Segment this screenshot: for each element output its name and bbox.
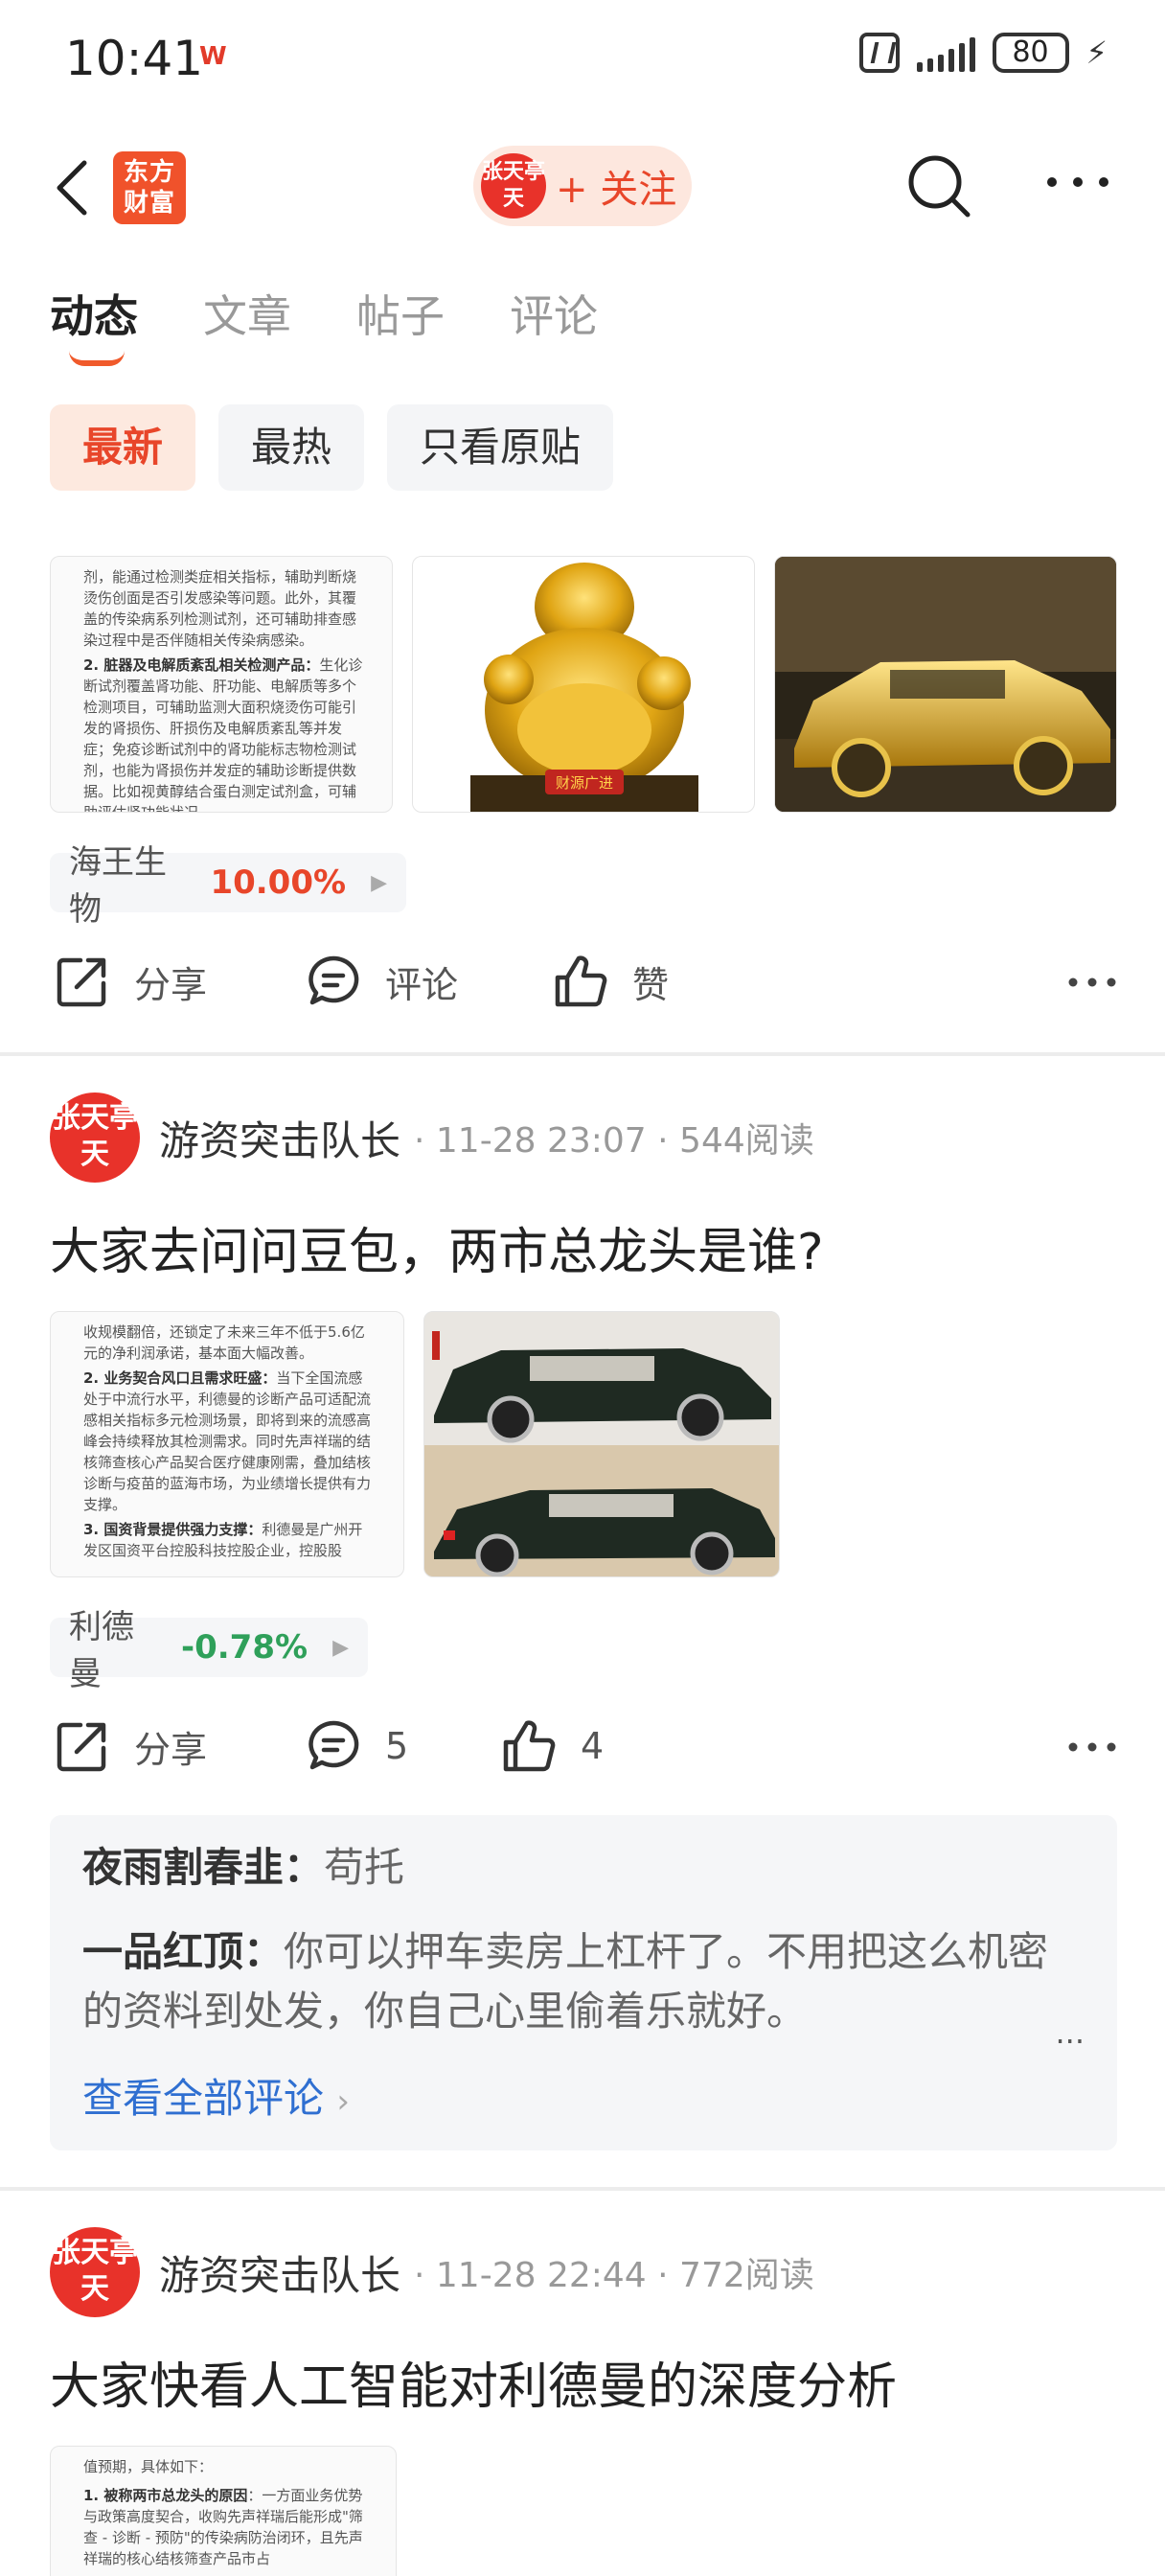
stock-change: -0.78% xyxy=(181,1628,308,1667)
share-icon xyxy=(57,957,106,1007)
filter-original-only[interactable]: 只看原贴 xyxy=(387,404,614,491)
buddha-caption: 财源广进 xyxy=(556,774,613,792)
tab-comments[interactable]: 评论 xyxy=(510,282,598,345)
author-avatar[interactable]: 张天亭天 xyxy=(50,1092,140,1183)
back-arrow-icon[interactable] xyxy=(50,157,96,218)
tab-dynamics[interactable]: 动态 xyxy=(50,282,138,366)
user-avatar: 张天亭天 xyxy=(481,153,546,218)
thumbs-up-icon xyxy=(555,955,607,1007)
share-icon xyxy=(57,1722,106,1772)
post-image-document[interactable]: 收规模翻倍，还锁定了未来三年不低于5.6亿元的净利润承诺，基本面大幅改善。 2.… xyxy=(50,1311,404,1577)
comment-user: 一品红顶： xyxy=(82,1928,285,1975)
post-more-icon[interactable] xyxy=(1067,1735,1117,1760)
follow-label: + 关注 xyxy=(556,168,677,212)
golden-buddha-illustration: 财源广进 xyxy=(470,563,698,812)
sort-filters: 最新 最热 只看原贴 xyxy=(50,404,614,491)
black-limousine-illustration xyxy=(424,1312,779,1576)
comment-icon xyxy=(308,955,359,1005)
filter-hottest[interactable]: 最热 xyxy=(218,404,365,491)
post-image-red-flag-car[interactable] xyxy=(423,1311,780,1577)
thumbs-up-icon xyxy=(503,1720,556,1772)
stock-change: 10.00% xyxy=(210,863,347,902)
post-actions: 分享 5 4 xyxy=(54,1717,1117,1784)
caret-right-icon: ▶ xyxy=(332,1635,349,1660)
app-logo: 东方财富 xyxy=(113,151,186,224)
comment-icon xyxy=(308,1720,359,1770)
stock-tag-haiwang[interactable]: 海王生物 10.00% ▶ xyxy=(50,843,406,929)
stock-name: 海王生物 xyxy=(69,843,167,929)
more-options-icon[interactable] xyxy=(1044,163,1111,201)
status-icons: 80 ⚡ xyxy=(858,33,1108,73)
comment-item[interactable]: 夜雨割春韭：苟托 xyxy=(82,1838,404,1898)
post-header: 张天亭天 游资突击队长 · 11-28 22:44 · 772阅读 xyxy=(50,2227,814,2317)
tab-posts[interactable]: 帖子 xyxy=(356,282,445,345)
comment-item[interactable]: 一品红顶：你可以押车卖房上杠杆了。不用把这么机密的资料到处发，你自己心里偷着乐就… xyxy=(82,1922,1060,2041)
post-header: 张天亭天 游资突击队长 · 11-28 23:07 · 544阅读 xyxy=(50,1092,814,1183)
nfc-icon xyxy=(858,33,900,73)
clock: 10:41 xyxy=(65,31,204,86)
comment-text: 苟托 xyxy=(324,1844,405,1891)
filter-latest[interactable]: 最新 xyxy=(50,404,196,491)
post-divider xyxy=(0,2187,1165,2191)
wps-notification-icon: W xyxy=(199,42,227,71)
chevron-right-icon: › xyxy=(336,2082,350,2121)
post-divider xyxy=(0,1052,1165,1056)
caret-right-icon: ▶ xyxy=(371,870,387,895)
battery-icon: 80 xyxy=(992,33,1069,73)
search-icon[interactable] xyxy=(904,151,973,220)
author-name[interactable]: 游资突击队长 xyxy=(159,2243,400,2302)
comments-preview: 夜雨割春韭：苟托 一品红顶：你可以押车卖房上杠杆了。不用把这么机密的资料到处发，… xyxy=(50,1815,1117,2150)
follow-button[interactable]: 张天亭天 + 关注 xyxy=(473,146,692,226)
tab-articles[interactable]: 文章 xyxy=(203,282,291,345)
post-more-icon[interactable] xyxy=(1067,970,1117,995)
signal-icon xyxy=(916,34,975,72)
post-time: · 11-28 22:44 · 772阅读 xyxy=(414,2256,814,2295)
profile-tabs: 动态 文章 帖子 评论 xyxy=(50,282,598,366)
author-avatar[interactable]: 张天亭天 xyxy=(50,2227,140,2317)
comment-button[interactable]: 5 xyxy=(305,1717,408,1775)
comment-user: 夜雨割春韭： xyxy=(82,1844,325,1891)
post-actions: 分享 评论 赞 xyxy=(54,953,1117,1020)
post-image-golden-car[interactable] xyxy=(774,556,1117,813)
comment-ellipsis: ... xyxy=(1055,2014,1085,2051)
post-time: · 11-28 23:07 · 544阅读 xyxy=(414,1121,814,1161)
stock-tag-lideman[interactable]: 利德曼 -0.78% ▶ xyxy=(50,1608,368,1693)
post-title[interactable]: 大家快看人工智能对利德曼的深度分析 xyxy=(50,2346,897,2418)
like-button[interactable]: 赞 xyxy=(552,953,669,1010)
author-name[interactable]: 游资突击队长 xyxy=(159,1109,400,1167)
share-button[interactable]: 分享 xyxy=(54,953,207,1010)
post-title[interactable]: 大家去问问豆包，两市总龙头是谁? xyxy=(50,1211,824,1283)
top-bar: 东方财富 张天亭天 + 关注 xyxy=(0,134,1165,240)
active-tab-indicator xyxy=(69,351,125,366)
stock-name: 利德曼 xyxy=(69,1608,134,1693)
view-all-comments-link[interactable]: 查看全部评论 › xyxy=(82,2066,350,2125)
share-button[interactable]: 分享 xyxy=(54,1717,207,1775)
charging-icon: ⚡ xyxy=(1085,34,1108,71)
comment-button[interactable]: 评论 xyxy=(305,953,458,1010)
post-image-golden-buddha[interactable]: 财源广进 xyxy=(412,556,755,813)
post-image-document[interactable]: 剂，能通过检测类症相关指标，辅助判断烧烫伤创面是否引发感染等问题。此外，其覆盖的… xyxy=(50,556,393,813)
like-button[interactable]: 4 xyxy=(500,1717,604,1775)
golden-car-illustration xyxy=(775,557,1116,812)
post-image-document[interactable]: 值预期，具体如下： 1. 被称两市总龙头的原因：一方面业务优势与政策高度契合，收… xyxy=(50,2446,397,2576)
status-bar: 10:41 W 80 ⚡ xyxy=(0,0,1165,115)
